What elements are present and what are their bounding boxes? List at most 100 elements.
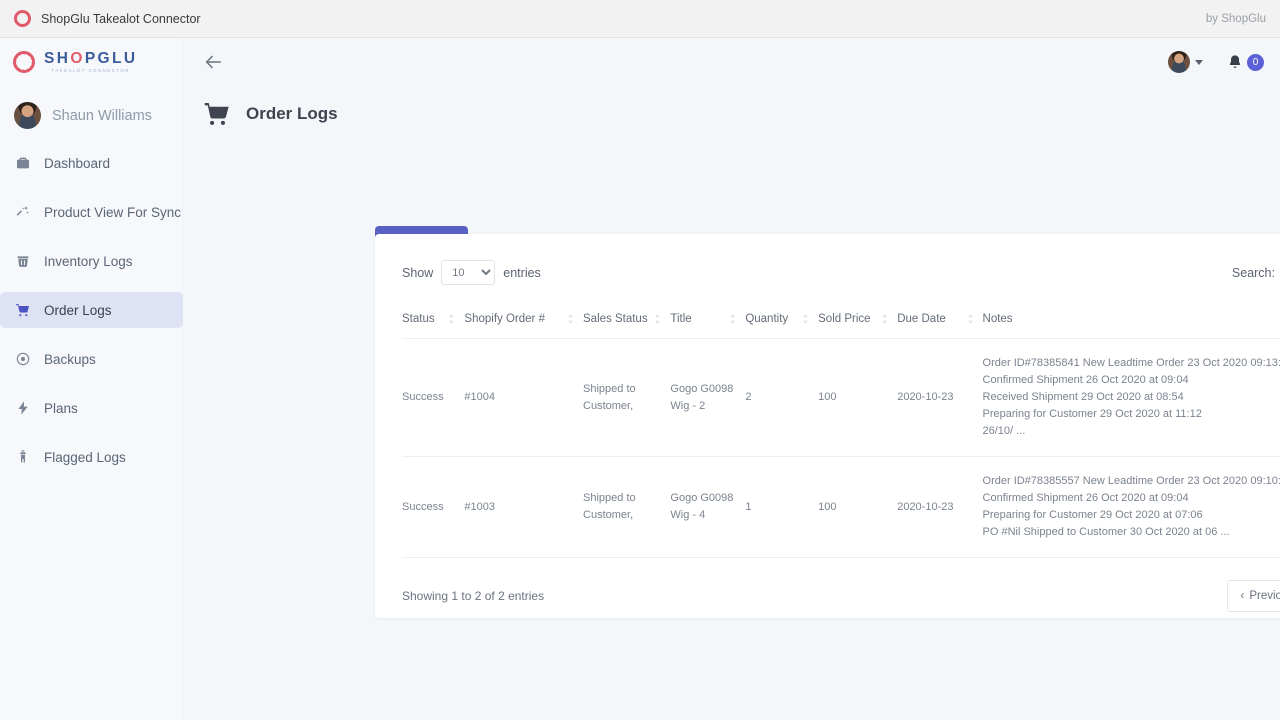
column-header-label: Title (670, 313, 691, 325)
bell-icon (1227, 54, 1243, 70)
table-controls: Show 102550100 entries Search: (375, 234, 1280, 285)
show-entries-control: Show 102550100 entries (402, 260, 541, 285)
order-logs-card: Show 102550100 entries Search: Status Sho… (375, 234, 1280, 618)
flag-pin-icon (15, 449, 31, 465)
search-control: Search: (1232, 261, 1280, 285)
note-line: PO #Nil Shipped to Customer 30 Oct 2020 … (983, 524, 1280, 541)
column-header-status[interactable]: Status (402, 313, 464, 339)
column-header-title[interactable]: Title (670, 313, 745, 339)
sidebar: SHOPGLU TAKEALOT CONNECTOR Shaun William… (0, 38, 183, 720)
sidebar-item-label: Order Logs (44, 303, 112, 318)
column-header-sales-status[interactable]: Sales Status (583, 313, 670, 339)
showing-entries-text: Showing 1 to 2 of 2 entries (402, 589, 544, 603)
column-header-sold-price[interactable]: Sold Price (818, 313, 897, 339)
sidebar-item-plans[interactable]: Plans (0, 390, 182, 426)
pagination-previous[interactable]: ‹ Previous (1228, 581, 1280, 611)
window-title: ShopGlu Takealot Connector (41, 12, 201, 26)
column-header-label: Sales Status (583, 313, 648, 325)
account-menu[interactable] (1168, 51, 1203, 73)
sort-icon (729, 314, 736, 324)
cell-status: Success (402, 339, 464, 457)
sidebar-item-product-view-for-sync[interactable]: Product View For Sync (0, 194, 182, 230)
sidebar-item-inventory-logs[interactable]: Inventory Logs (0, 243, 182, 279)
window-title-bar: ShopGlu Takealot Connector by ShopGlu (0, 0, 1280, 38)
note-line: Preparing for Customer 29 Oct 2020 at 07… (983, 507, 1280, 524)
backup-circle-icon (15, 351, 31, 367)
sidebar-item-backups[interactable]: Backups (0, 341, 182, 377)
cell-due-date: 2020-10-23 (897, 339, 982, 457)
nav-spacer (0, 279, 182, 292)
sidebar-item-order-logs[interactable]: Order Logs (0, 292, 183, 328)
pagination: ‹ Previous 1 Next › (1227, 580, 1280, 612)
brand-word-part1: SH (44, 50, 70, 67)
brand-wordmark: SHOPGLU (44, 51, 137, 67)
column-header-notes[interactable]: Notes (983, 313, 1280, 339)
sort-icon (448, 314, 455, 324)
sort-icon (967, 314, 974, 324)
cell-title: Gogo G0098 Wig - 4 (670, 457, 745, 558)
cell-quantity: 1 (745, 457, 818, 558)
cell-sales-status: Shipped to Customer, (583, 457, 670, 558)
column-header-label: Shopify Order # (464, 313, 545, 325)
briefcase-icon (15, 155, 31, 171)
sidebar-item-dashboard[interactable]: Dashboard (0, 145, 182, 181)
entries-label: entries (503, 266, 541, 280)
entries-select[interactable]: 102550100 (441, 260, 495, 285)
sort-icon (567, 314, 574, 324)
sort-icon (654, 314, 661, 324)
table-row[interactable]: Success#1004Shipped to Customer,Gogo G00… (402, 339, 1280, 457)
nav-spacer (0, 377, 182, 390)
cell-status: Success (402, 457, 464, 558)
table-row[interactable]: Success#1003Shipped to Customer,Gogo G00… (402, 457, 1280, 558)
avatar (14, 102, 41, 129)
sidebar-item-label: Flagged Logs (44, 450, 126, 465)
cell-title: Gogo G0098 Wig - 2 (670, 339, 745, 457)
sidebar-item-flagged-logs[interactable]: Flagged Logs (0, 439, 182, 475)
cell-sold-price: 100 (818, 457, 897, 558)
window-title-group: ShopGlu Takealot Connector (14, 10, 201, 27)
note-line: Received Shipment 29 Oct 2020 at 08:54 (983, 389, 1280, 406)
shopglu-gear-icon (13, 51, 35, 73)
main-content: 0 Order Logs Show Details Show 102550100… (183, 38, 1280, 720)
sort-icon (881, 314, 888, 324)
back-arrow-icon[interactable] (202, 51, 224, 73)
notifications-button[interactable]: 0 (1227, 54, 1264, 71)
cell-quantity: 2 (745, 339, 818, 457)
order-logs-table: Status Shopify Order # Sales Status Title Qu… (402, 313, 1280, 558)
sidebar-nav: Dashboard Product View For Sync Inventor… (0, 145, 182, 475)
sidebar-item-label: Product View For Sync (44, 205, 181, 220)
sidebar-item-label: Inventory Logs (44, 254, 133, 269)
note-line: Order ID#78385557 New Leadtime Order 23 … (983, 473, 1280, 490)
brand-word-part3: PGLU (85, 50, 138, 67)
sidebar-item-label: Backups (44, 352, 96, 367)
top-bar-actions: 0 (1168, 51, 1264, 73)
sort-icon (802, 314, 809, 324)
table-footer: Showing 1 to 2 of 2 entries ‹ Previous 1… (375, 558, 1280, 612)
pagination-previous-label: Previous (1249, 590, 1280, 602)
column-header-label: Due Date (897, 313, 946, 325)
sidebar-item-label: Dashboard (44, 156, 110, 171)
cell-shopify-order: #1003 (464, 457, 583, 558)
column-header-label: Status (402, 313, 435, 325)
cell-shopify-order: #1004 (464, 339, 583, 457)
column-header-quantity[interactable]: Quantity (745, 313, 818, 339)
brand-logo[interactable]: SHOPGLU TAKEALOT CONNECTOR (0, 38, 182, 86)
bolt-icon (15, 400, 31, 416)
brand-word-part2: O (70, 50, 84, 67)
sidebar-user-name: Shaun Williams (52, 108, 152, 124)
note-line: Preparing for Customer 29 Oct 2020 at 11… (983, 406, 1280, 423)
chevron-left-icon: ‹ (1241, 590, 1245, 602)
nav-spacer (0, 181, 182, 194)
column-header-shopify-order[interactable]: Shopify Order # (464, 313, 583, 339)
page-header: Order Logs (183, 86, 1280, 128)
search-label: Search: (1232, 266, 1275, 280)
note-line: Confirmed Shipment 26 Oct 2020 at 09:04 (983, 372, 1280, 389)
basket-icon (15, 253, 31, 269)
column-header-due-date[interactable]: Due Date (897, 313, 982, 339)
column-header-label: Quantity (745, 313, 788, 325)
sidebar-item-label: Plans (44, 401, 78, 416)
avatar (1168, 51, 1190, 73)
sidebar-user[interactable]: Shaun Williams (0, 86, 182, 145)
cell-notes: Order ID#78385841 New Leadtime Order 23 … (983, 339, 1280, 457)
nav-spacer (0, 426, 182, 439)
